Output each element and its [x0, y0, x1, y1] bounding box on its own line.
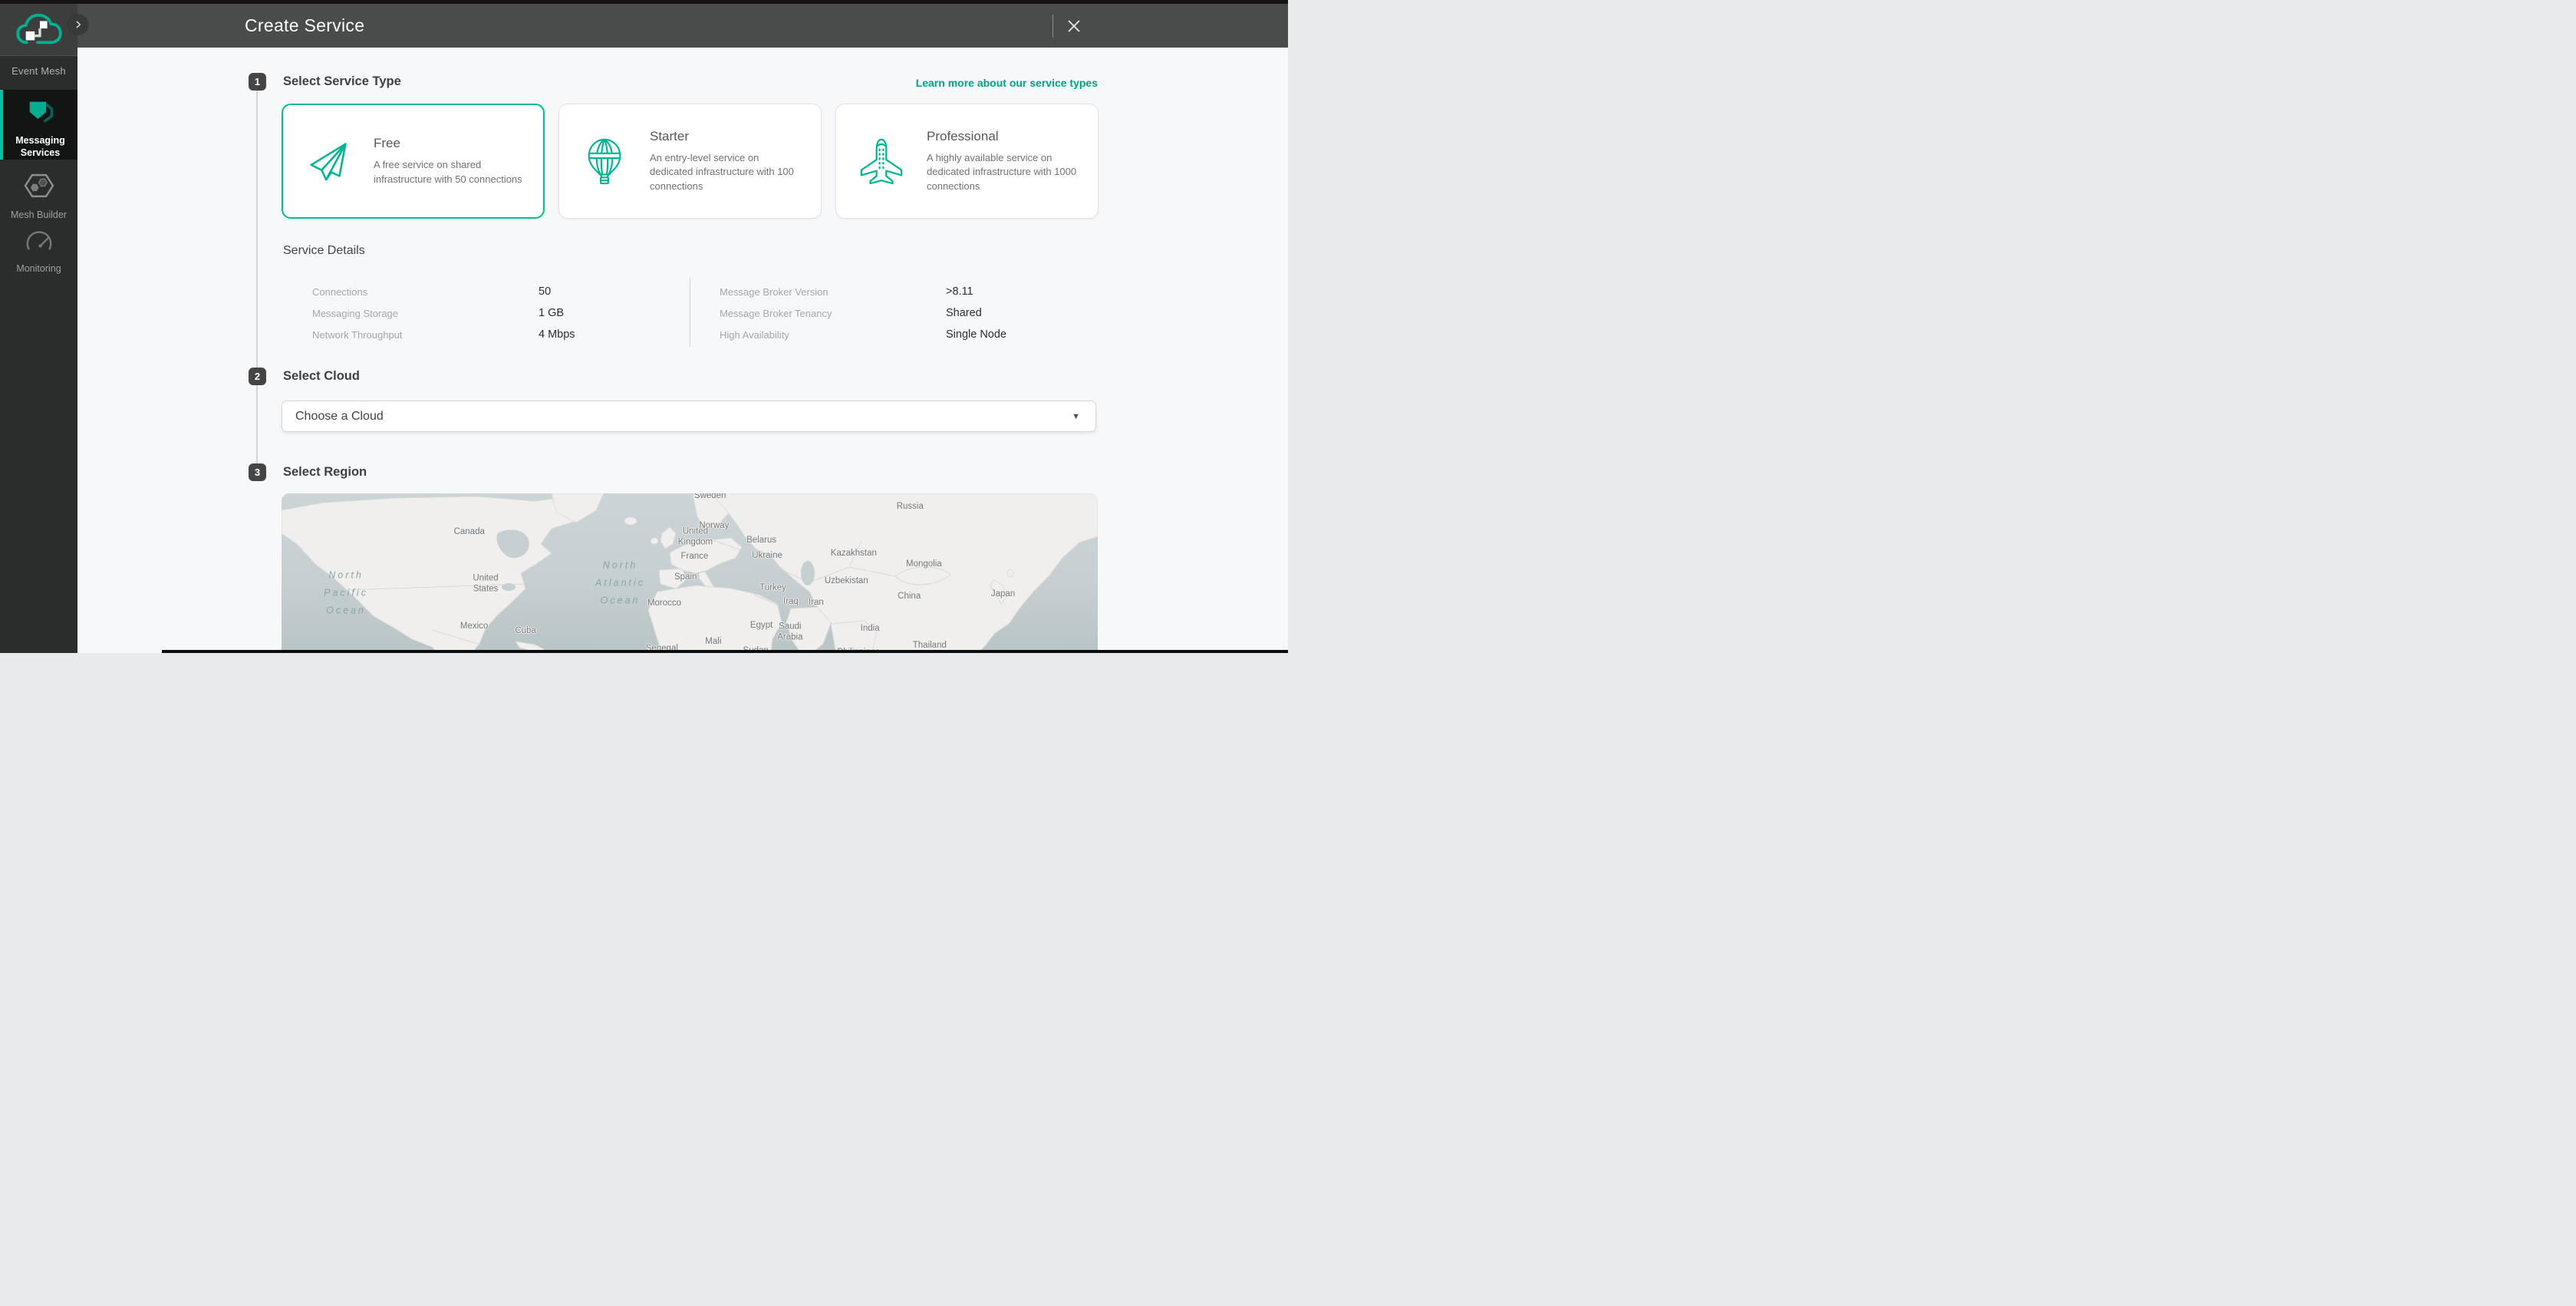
map-country-label: United Kingdom [675, 526, 715, 549]
map-country-label: Russia [897, 501, 924, 512]
map-country-label: Mongolia [906, 559, 942, 569]
close-button[interactable] [1062, 14, 1086, 38]
cloud-logo-icon [15, 12, 63, 48]
step-1-badge: 1 [249, 73, 266, 91]
sidebar-item-monitoring[interactable]: Monitoring [0, 216, 77, 272]
step-3-title: Select Region [283, 463, 367, 481]
detail-value: 50 [539, 285, 551, 298]
map-labels-layer: RussiaCanadaSwedenNorwayUnited KingdomBe… [282, 493, 1098, 653]
map-country-label: Morocco [647, 598, 681, 608]
sidebar-item-label: Monitoring [0, 262, 77, 275]
detail-value: 4 Mbps [539, 328, 575, 341]
detail-value: Single Node [946, 328, 1006, 341]
map-country-label: France [680, 551, 708, 562]
service-details-right-column: Message Broker Version>8.11 Message Brok… [720, 281, 1006, 345]
detail-value: >8.11 [946, 285, 973, 298]
sidebar-item-label: Messaging Services [3, 134, 77, 160]
service-type-description: A free service on shared infrastructure … [374, 158, 533, 186]
cloud-select-value: Choose a Cloud [295, 410, 384, 424]
map-country-label: United States [467, 573, 504, 595]
map-country-label: Canada [454, 526, 485, 537]
hexagon-mesh-icon [23, 172, 55, 200]
map-country-label: Egypt [750, 620, 772, 631]
step-connector [256, 91, 258, 368]
sidebar-item-messaging-services[interactable]: Messaging Services [0, 90, 77, 160]
sidebar: Event Mesh Messaging Services Mesh Build… [0, 4, 77, 653]
app-logo[interactable] [0, 4, 77, 56]
gauge-icon [23, 229, 55, 253]
shield-icon [25, 99, 56, 125]
map-country-label: Iraq [783, 596, 799, 607]
map-country-label: Spain [674, 572, 697, 582]
cloud-select-dropdown[interactable]: Choose a Cloud ▼ [282, 401, 1096, 432]
detail-label: Messaging Storage [312, 308, 539, 319]
detail-value: 1 GB [539, 307, 564, 319]
map-country-label: Uzbekistan [825, 575, 868, 586]
chevron-right-icon [72, 18, 84, 31]
service-type-name: Professional [927, 129, 1086, 144]
service-type-description: An entry-level service on dedicated infr… [650, 151, 809, 193]
map-country-label: China [898, 591, 921, 602]
map-country-label: Ukraine [752, 550, 782, 561]
service-type-cards: Free A free service on shared infrastruc… [282, 104, 1099, 219]
service-details-left-column: Connections50 Messaging Storage1 GB Netw… [312, 281, 575, 345]
sidebar-item-mesh-builder[interactable]: Mesh Builder [0, 160, 77, 215]
map-country-label: India [861, 623, 880, 634]
step-2-title: Select Cloud [283, 368, 360, 385]
bottom-edge-strip [162, 650, 1288, 653]
step-2-badge: 2 [249, 368, 266, 385]
service-type-name: Starter [650, 129, 809, 144]
map-country-label: Turkey [759, 582, 786, 593]
close-icon [1066, 18, 1082, 35]
service-type-card-free[interactable]: Free A free service on shared infrastruc… [282, 104, 545, 219]
service-type-card-professional[interactable]: Professional A highly available service … [835, 104, 1099, 219]
detail-label: Network Throughput [312, 329, 539, 341]
page-title: Create Service [245, 4, 364, 48]
detail-label: High Availability [720, 329, 946, 341]
learn-more-link[interactable]: Learn more about our service types [916, 74, 1098, 91]
map-country-label: Kazakhstan [831, 548, 877, 559]
region-map[interactable]: North Pacific OceanNorth Atlantic Ocean … [282, 493, 1098, 653]
sidebar-section-event-mesh: Event Mesh [0, 65, 77, 77]
service-type-name: Free [374, 136, 533, 151]
airplane-icon [836, 137, 927, 185]
service-type-card-starter[interactable]: Starter An entry-level service on dedica… [558, 104, 822, 219]
detail-label: Message Broker Tenancy [720, 308, 946, 319]
hot-air-balloon-icon [559, 137, 650, 185]
map-country-label: Mexico [460, 621, 488, 632]
header-divider [1052, 15, 1053, 38]
service-details-title: Service Details [283, 244, 365, 258]
map-country-label: Belarus [746, 535, 776, 546]
paper-plane-icon [283, 137, 374, 185]
step-3-badge: 3 [249, 463, 266, 481]
map-country-label: Cuba [515, 625, 536, 636]
map-country-label: Iran [809, 597, 824, 608]
modal-header: Create Service [77, 4, 1288, 48]
sidebar-expand-button[interactable] [68, 15, 88, 35]
step-1-title: Select Service Type [283, 73, 401, 91]
map-country-label: Mali [705, 636, 721, 647]
map-country-label: Saudi Arabia [772, 622, 808, 644]
detail-label: Connections [312, 286, 539, 298]
chevron-down-caret-icon: ▼ [1072, 412, 1080, 421]
service-type-description: A highly available service on dedicated … [927, 151, 1086, 193]
map-country-label: Sweden [694, 493, 726, 501]
create-service-page: Event Mesh Messaging Services Mesh Build… [0, 0, 1288, 653]
detail-value: Shared [946, 307, 982, 319]
detail-label: Message Broker Version [720, 286, 946, 298]
map-country-label: Japan [991, 589, 1015, 599]
step-connector [256, 385, 258, 463]
